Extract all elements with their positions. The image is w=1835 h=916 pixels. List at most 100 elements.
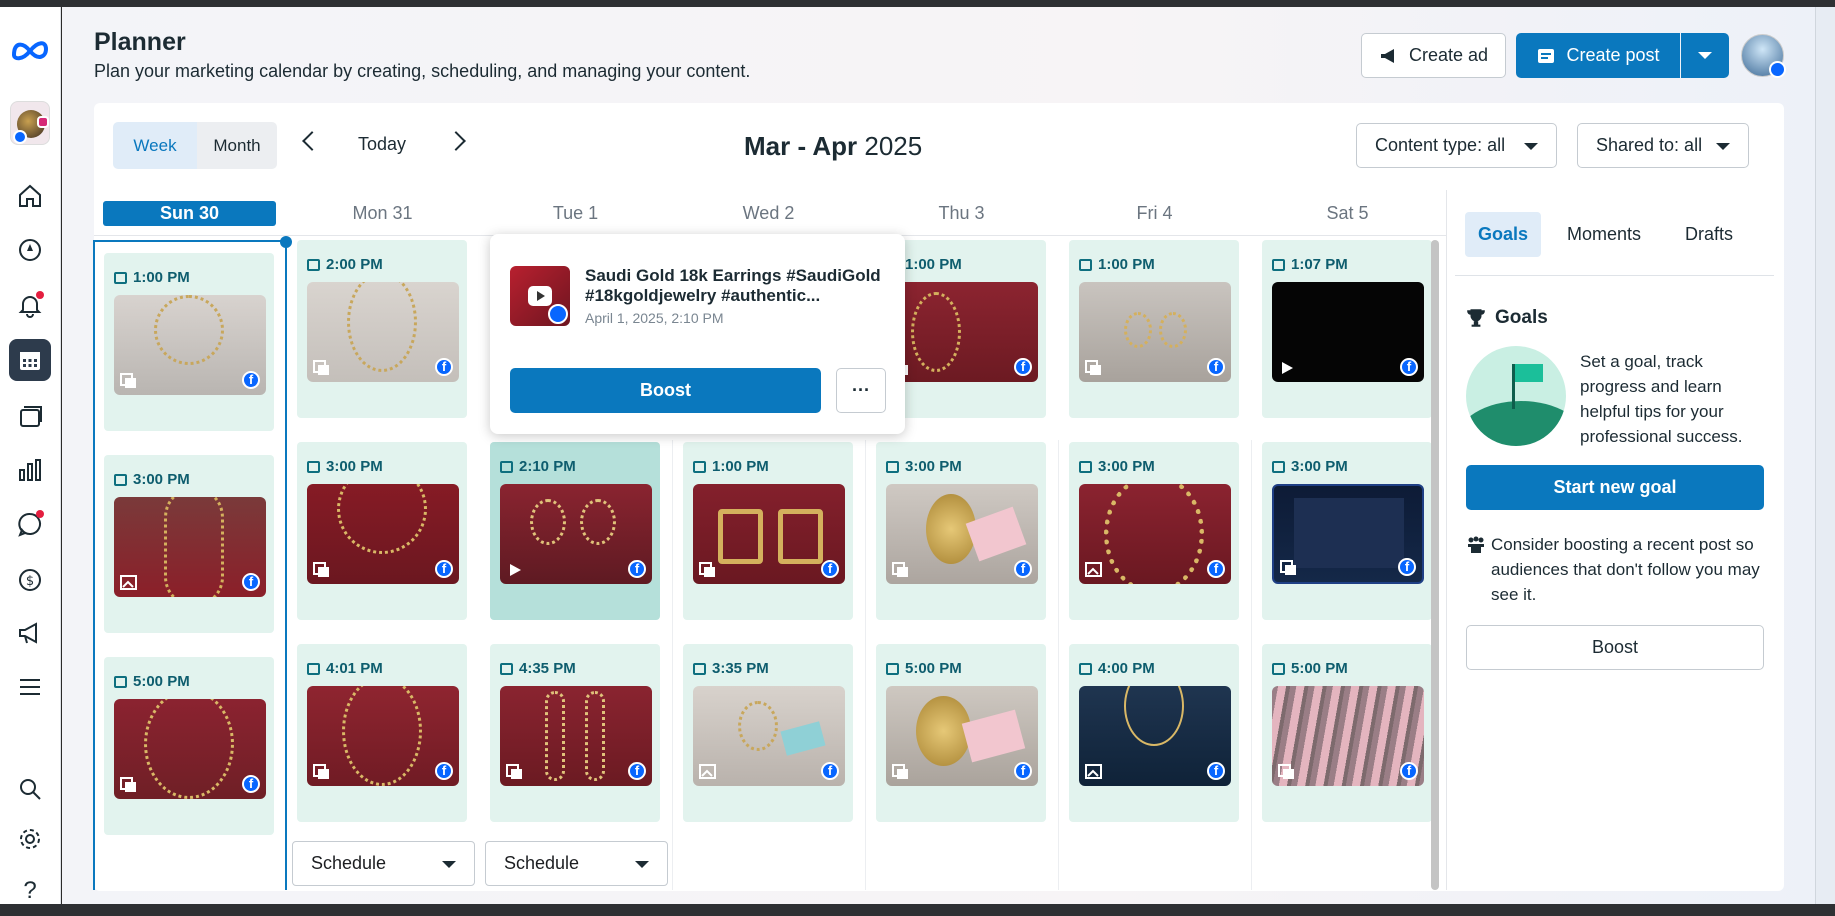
popover-thumbnail <box>510 266 570 326</box>
carousel-icon <box>892 764 908 779</box>
side-boost-button[interactable]: Boost <box>1466 625 1764 670</box>
post-type-icon <box>1272 662 1285 675</box>
post-card[interactable]: 1:00 PM f <box>683 442 853 620</box>
goal-illustration <box>1466 346 1566 446</box>
post-card[interactable]: 1:07 PM f <box>1262 240 1432 418</box>
necklace-image <box>1124 686 1184 746</box>
content-library-icon[interactable] <box>10 396 50 436</box>
calendar-scrollbar[interactable] <box>1431 240 1439 890</box>
day-header-sun[interactable]: Sun 30 <box>103 201 276 226</box>
menu-icon[interactable] <box>10 667 50 707</box>
post-card[interactable]: 3:35 PM f <box>683 644 853 822</box>
chain-image <box>154 295 224 365</box>
tab-goals[interactable]: Goals <box>1465 212 1541 257</box>
post-card[interactable]: 5:00 PM f <box>876 644 1046 822</box>
post-thumbnail: f <box>886 282 1038 382</box>
search-icon[interactable] <box>10 769 50 809</box>
notifications-icon[interactable] <box>10 285 50 325</box>
insights-icon[interactable] <box>10 450 50 490</box>
create-ad-button[interactable]: Create ad <box>1361 33 1506 78</box>
tab-drafts[interactable]: Drafts <box>1668 212 1750 257</box>
chain-image <box>337 484 427 554</box>
post-card[interactable]: 5:00 PM f <box>104 657 274 835</box>
tab-moments[interactable]: Moments <box>1558 212 1650 257</box>
create-post-button[interactable]: Create post <box>1516 33 1680 78</box>
day-header-fri[interactable]: Fri 4 <box>1068 201 1241 226</box>
post-card[interactable]: 3:00 PM f <box>1262 442 1432 620</box>
schedule-dropdown-mon[interactable]: Schedule <box>292 841 475 886</box>
post-time: 2:00 PM <box>307 256 383 273</box>
facebook-icon: f <box>435 762 453 780</box>
page-scrollbar[interactable] <box>1815 7 1835 904</box>
more-options-button[interactable]: ··· <box>836 368 886 413</box>
post-thumbnail: f <box>1079 686 1231 786</box>
post-card[interactable]: 3:00 PM f <box>876 442 1046 620</box>
facebook-icon: f <box>1400 358 1418 376</box>
content-type-label: Content type: all <box>1375 135 1506 155</box>
page-subtitle: Plan your marketing calendar by creating… <box>94 61 751 81</box>
inbox-dot <box>36 510 44 518</box>
post-type-icon <box>1079 662 1092 675</box>
today-button[interactable]: Today <box>358 134 406 155</box>
post-time-label: 3:00 PM <box>1098 458 1155 475</box>
post-time-label: 1:00 PM <box>712 458 769 475</box>
trophy-icon <box>1467 309 1485 327</box>
settings-gear-icon[interactable] <box>10 819 50 859</box>
post-type-icon <box>1079 258 1092 271</box>
meta-logo-icon[interactable] <box>10 29 50 69</box>
post-card[interactable]: 4:35 PM f <box>490 644 660 822</box>
ads-megaphone-icon[interactable] <box>10 613 50 653</box>
post-type-icon <box>307 460 320 473</box>
page-avatar[interactable] <box>10 101 50 145</box>
carousel-icon <box>313 562 329 577</box>
day-header-thu[interactable]: Thu 3 <box>875 201 1048 226</box>
day-header-sat[interactable]: Sat 5 <box>1261 201 1434 226</box>
content-type-filter[interactable]: Content type: all <box>1356 123 1557 168</box>
post-time-label: 4:35 PM <box>519 660 576 677</box>
post-card[interactable]: 1:00 PM f <box>104 253 274 431</box>
day-header-tue[interactable]: Tue 1 <box>489 201 662 226</box>
start-new-goal-button[interactable]: Start new goal <box>1466 465 1764 510</box>
day-header-mon[interactable]: Mon 31 <box>296 201 469 226</box>
post-thumbnail: f <box>1272 686 1424 786</box>
month-toggle[interactable]: Month <box>197 122 277 169</box>
day-header-wed[interactable]: Wed 2 <box>682 201 855 226</box>
post-time-label: 2:00 PM <box>326 256 383 273</box>
window-top-bar <box>0 0 1835 7</box>
post-time-label: 3:00 PM <box>905 458 962 475</box>
post-card[interactable]: 2:00 PM f <box>297 240 467 418</box>
column-line <box>865 440 866 890</box>
facebook-icon: f <box>1014 560 1032 578</box>
earring-image <box>1159 312 1187 348</box>
window-bottom-bar <box>0 904 1835 916</box>
schedule-dropdown-tue[interactable]: Schedule <box>485 841 668 886</box>
inbox-icon[interactable] <box>10 504 50 544</box>
post-card[interactable]: 3:00 PM f <box>1069 442 1239 620</box>
compass-icon[interactable] <box>10 230 50 270</box>
home-icon[interactable] <box>10 176 50 216</box>
post-card[interactable]: 3:00 PM f <box>104 455 274 633</box>
post-card[interactable]: 3:00 PM f <box>297 442 467 620</box>
planner-calendar-icon[interactable] <box>9 339 51 381</box>
monetization-icon[interactable]: $ <box>10 560 50 600</box>
post-card[interactable]: 5:00 PM f <box>1262 644 1432 822</box>
profile-avatar[interactable] <box>1741 34 1786 78</box>
earring-image <box>718 509 763 564</box>
post-time-label: 5:00 PM <box>133 673 190 690</box>
create-post-dropdown[interactable] <box>1681 33 1729 78</box>
post-card-selected[interactable]: 2:10 PM f <box>490 442 660 620</box>
shared-to-filter[interactable]: Shared to: all <box>1577 123 1749 168</box>
goals-heading: Goals <box>1465 307 1548 329</box>
carousel-icon <box>892 562 908 577</box>
post-card[interactable]: 4:00 PM f <box>1069 644 1239 822</box>
post-type-icon <box>114 675 127 688</box>
week-toggle[interactable]: Week <box>113 122 197 169</box>
column-line <box>672 440 673 890</box>
chevron-down-icon <box>635 861 649 868</box>
post-time-label: 2:10 PM <box>519 458 576 475</box>
popover-boost-button[interactable]: Boost <box>510 368 821 413</box>
post-time: 3:00 PM <box>307 458 383 475</box>
post-card[interactable]: 4:01 PM f <box>297 644 467 822</box>
facebook-icon: f <box>1207 560 1225 578</box>
post-card[interactable]: 1:00 PM f <box>1069 240 1239 418</box>
